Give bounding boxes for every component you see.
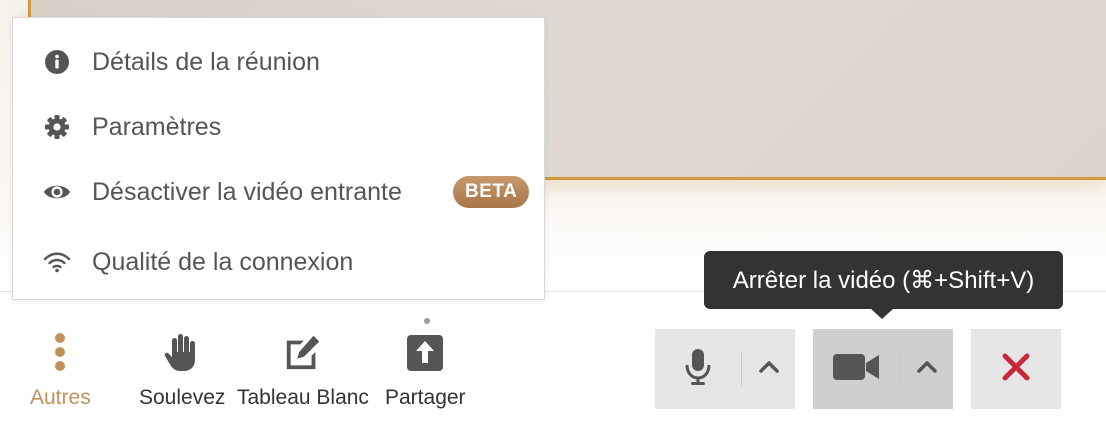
microphone-toggle-button[interactable] bbox=[655, 329, 741, 409]
menu-item-meeting-details[interactable]: Détails de la réunion bbox=[13, 30, 544, 94]
gear-icon bbox=[43, 113, 71, 141]
more-label: Autres bbox=[30, 386, 91, 409]
more-vertical-icon bbox=[40, 330, 80, 374]
info-icon bbox=[43, 48, 71, 76]
camera-toggle-button[interactable] bbox=[813, 329, 899, 409]
more-button[interactable]: Autres bbox=[30, 330, 91, 410]
raise-hand-label: Soulevez bbox=[139, 386, 226, 409]
wifi-icon bbox=[43, 248, 71, 276]
chevron-up-icon bbox=[916, 360, 938, 379]
menu-item-label: Désactiver la vidéo entrante bbox=[92, 177, 402, 206]
chevron-up-icon bbox=[758, 360, 780, 379]
stop-video-tooltip: Arrêter la vidéo (⌘+Shift+V) bbox=[704, 251, 1063, 319]
camera-options-button[interactable] bbox=[900, 329, 953, 409]
menu-item-label: Paramètres bbox=[92, 112, 222, 141]
microphone-options-button[interactable] bbox=[742, 329, 795, 409]
menu-item-label: Qualité de la connexion bbox=[92, 247, 354, 276]
menu-item-label: Détails de la réunion bbox=[92, 47, 320, 76]
raise-hand-button[interactable]: Soulevez bbox=[139, 330, 225, 410]
whiteboard-label: Tableau Blanc bbox=[237, 386, 369, 409]
share-label: Partager bbox=[385, 386, 466, 409]
microphone-control bbox=[655, 329, 795, 409]
share-indicator-dot bbox=[424, 318, 430, 324]
menu-item-settings[interactable]: Paramètres bbox=[13, 95, 544, 159]
camera-control bbox=[813, 329, 953, 409]
menu-item-connection-quality[interactable]: Qualité de la connexion bbox=[13, 230, 544, 294]
share-upload-icon bbox=[405, 330, 445, 374]
whiteboard-button[interactable]: Tableau Blanc bbox=[237, 330, 369, 410]
menu-item-disable-incoming-video[interactable]: Désactiver la vidéo entrante BETA bbox=[13, 160, 544, 224]
eye-icon bbox=[43, 178, 71, 206]
share-button[interactable]: Partager bbox=[385, 330, 466, 410]
leave-call-button[interactable] bbox=[971, 329, 1061, 409]
video-camera-icon bbox=[832, 352, 880, 387]
close-icon bbox=[1001, 352, 1031, 387]
hand-icon bbox=[162, 330, 202, 374]
beta-badge: BETA bbox=[453, 176, 530, 208]
edit-icon bbox=[283, 330, 323, 374]
more-menu: Détails de la réunion Paramètres Désacti… bbox=[12, 17, 545, 300]
microphone-icon bbox=[684, 347, 712, 392]
